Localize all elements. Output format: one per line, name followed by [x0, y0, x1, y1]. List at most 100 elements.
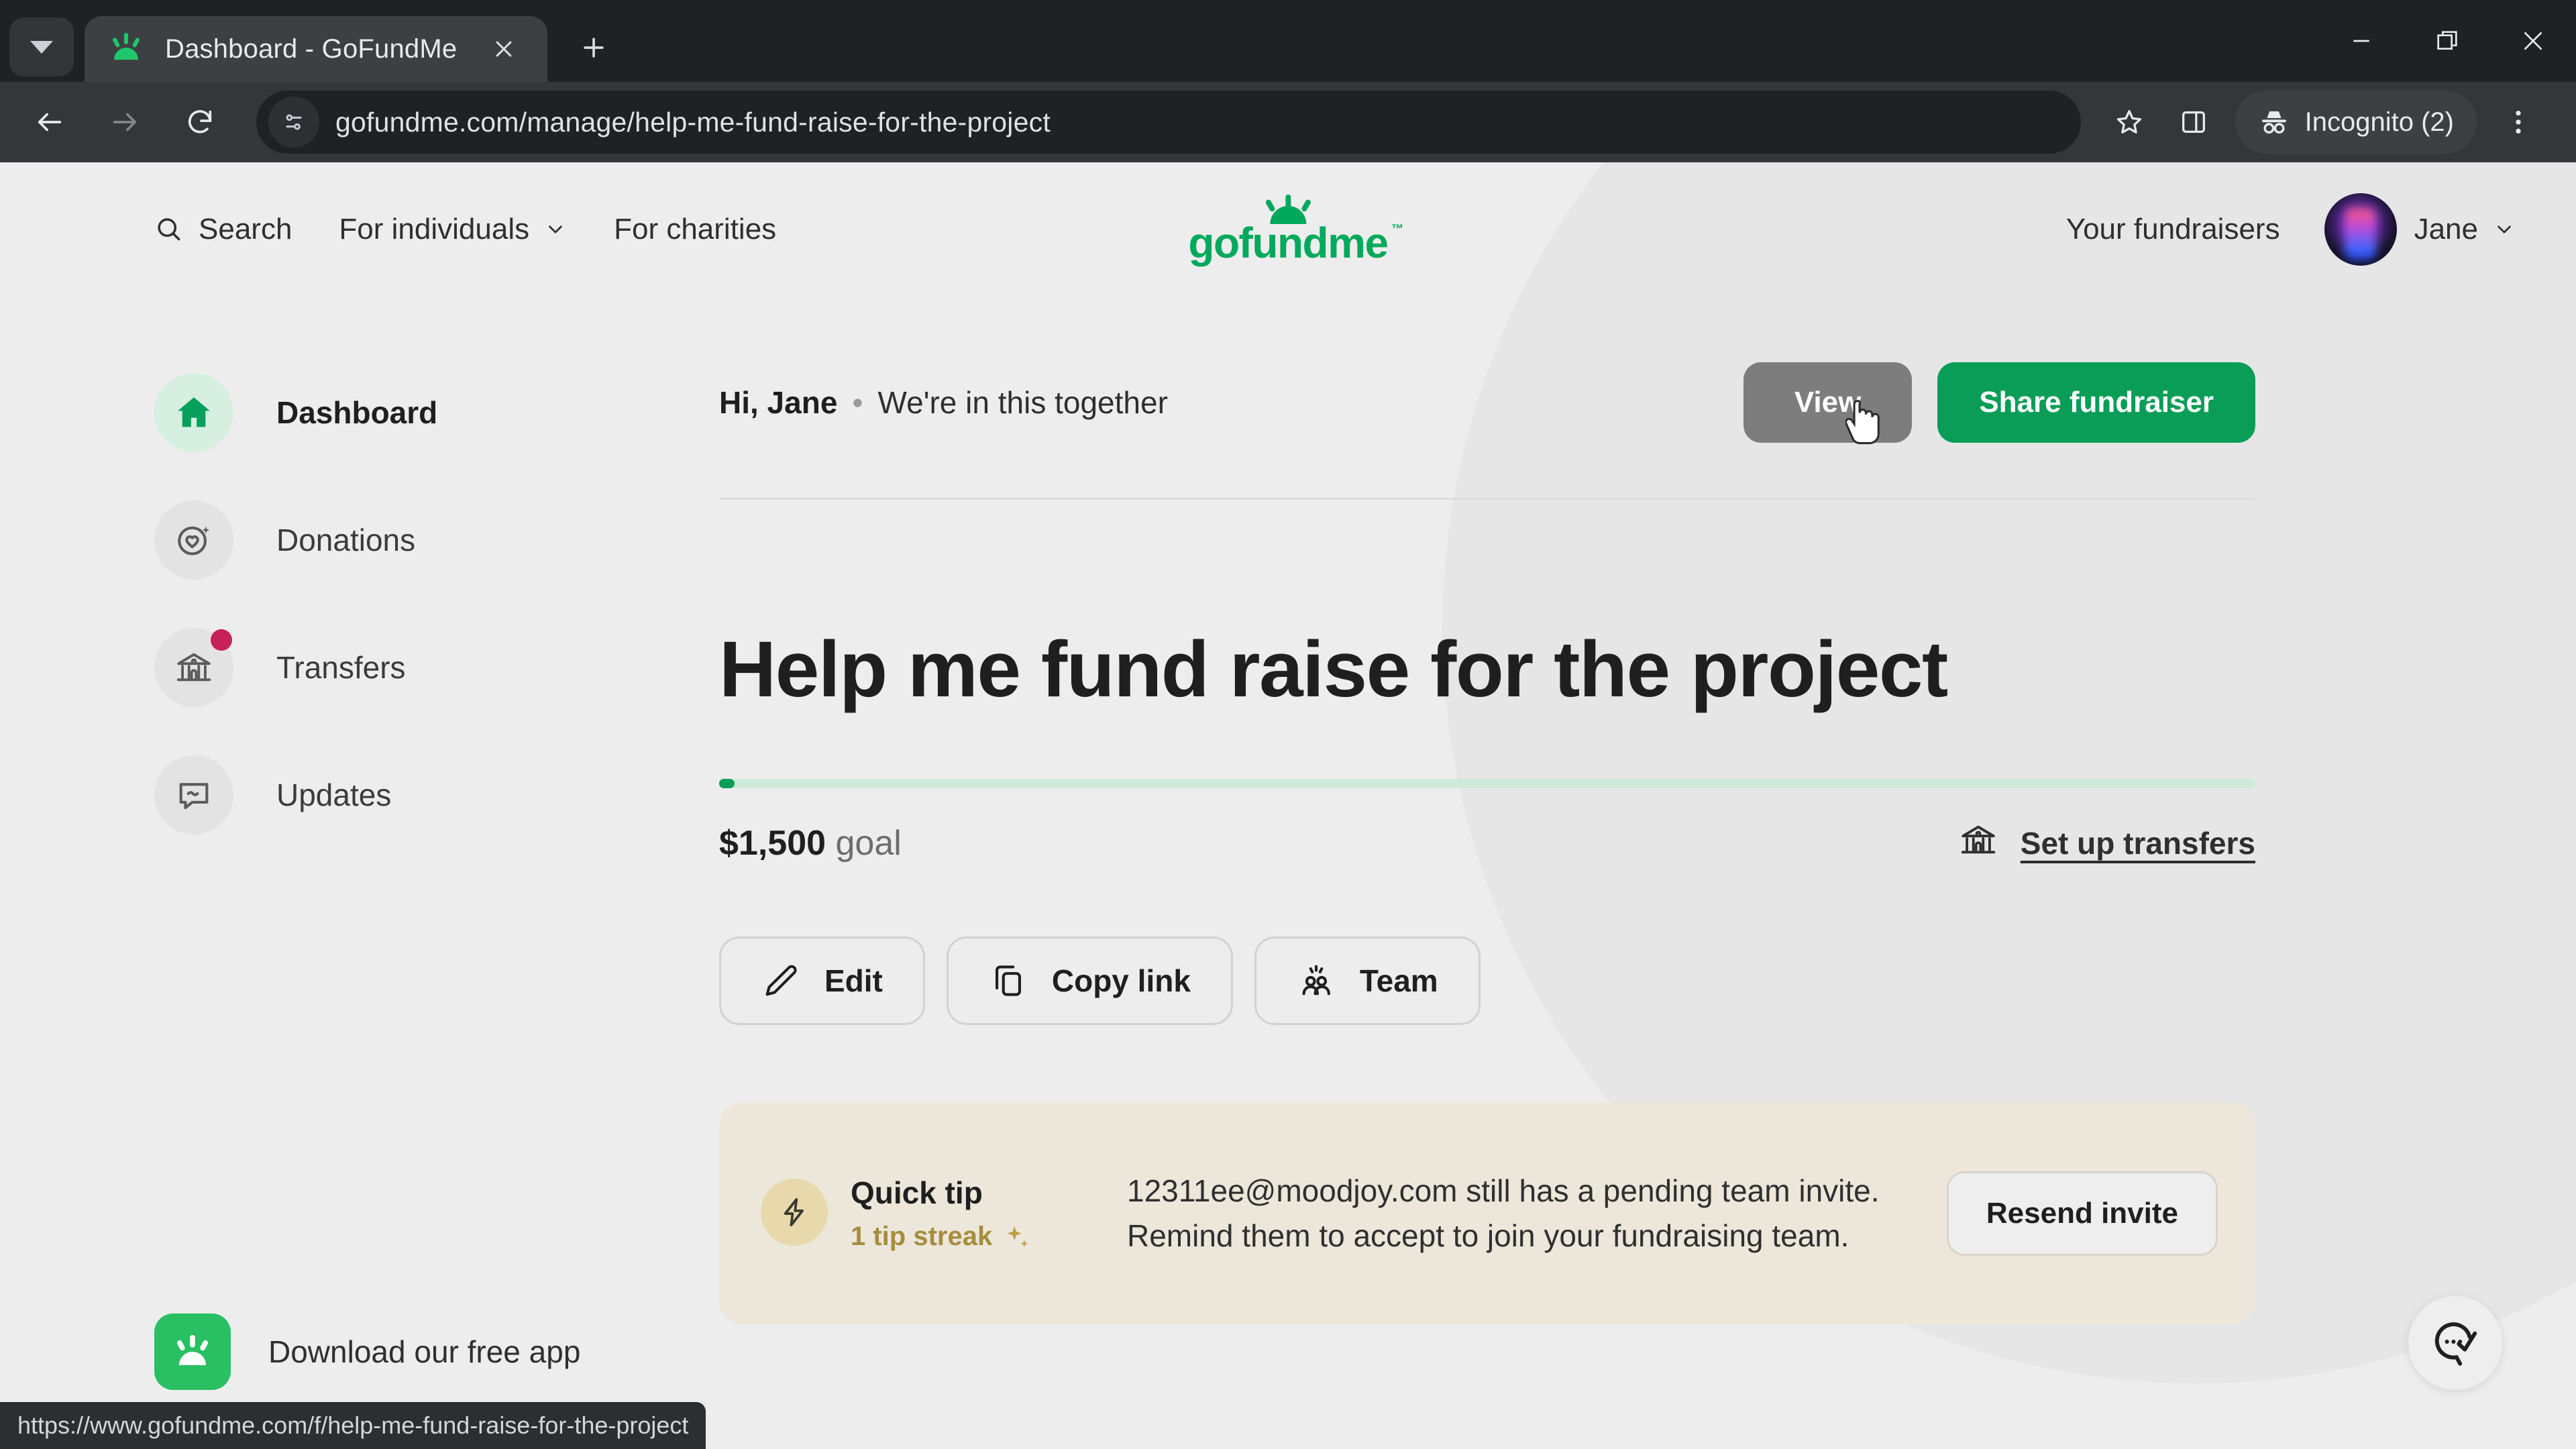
back-button[interactable] — [17, 90, 82, 154]
bank-icon — [154, 628, 233, 707]
nav-search[interactable]: Search — [154, 213, 292, 246]
trademark-symbol: ™ — [1391, 222, 1403, 235]
sidebar-item-label: Dashboard — [276, 395, 438, 430]
donations-heart-icon — [154, 500, 233, 580]
incognito-icon — [2261, 111, 2286, 134]
chevron-down-icon — [30, 40, 53, 54]
chevron-down-icon — [544, 218, 567, 241]
sidebar-item-transfers[interactable]: Transfers — [154, 604, 719, 731]
view-button[interactable]: View — [1743, 362, 1913, 445]
tab-search-button[interactable] — [9, 17, 74, 76]
pencil-icon — [765, 965, 797, 996]
gofundme-app-icon — [154, 1313, 231, 1390]
bank-icon — [1959, 820, 1998, 867]
forward-button[interactable] — [93, 90, 157, 154]
download-app-label: Download our free app — [268, 1334, 581, 1369]
fundraiser-progress-bar — [719, 778, 2255, 788]
speech-bubble-icon — [154, 755, 233, 835]
maximize-restore-icon[interactable] — [2404, 0, 2490, 82]
new-tab-button[interactable] — [565, 19, 623, 76]
chat-check-icon — [2434, 1322, 2477, 1366]
goal-row: $1,500 goal Set up transfers — [719, 820, 2255, 867]
window-controls — [2318, 0, 2576, 82]
set-up-transfers-label: Set up transfers — [2020, 826, 2255, 861]
sidebar-item-updates[interactable]: Updates — [154, 731, 719, 859]
reload-button[interactable] — [168, 90, 232, 154]
goal-suffix: goal — [835, 824, 902, 863]
header-actions: View Share fundraiser — [1743, 362, 2255, 445]
goal-amount: $1,500 — [719, 824, 826, 863]
bookmark-star-icon[interactable] — [2097, 90, 2161, 154]
support-chat-button[interactable] — [2408, 1296, 2502, 1390]
set-up-transfers-link[interactable]: Set up transfers — [1936, 820, 2255, 867]
tab-title: Dashboard - GoFundMe — [165, 34, 458, 64]
share-fundraiser-button[interactable]: Share fundraiser — [1937, 362, 2255, 443]
edit-button[interactable]: Edit — [719, 936, 925, 1025]
header-divider — [719, 498, 2255, 500]
gofundme-logo-text: gofundme ™ — [1188, 219, 1403, 267]
close-icon[interactable] — [483, 28, 525, 70]
site-settings-icon[interactable] — [268, 97, 319, 148]
incognito-label: Incognito (2) — [2304, 107, 2454, 137]
username-label[interactable]: Jane — [2414, 213, 2478, 246]
fundraiser-actions: Edit Copy link Team — [719, 936, 2255, 1025]
minimize-icon[interactable] — [2318, 0, 2404, 82]
status-bar: https://www.gofundme.com/f/help-me-fund-… — [0, 1402, 706, 1449]
team-icon — [1302, 965, 1330, 996]
copy-link-button-label: Copy link — [1051, 963, 1191, 998]
nav-for-charities[interactable]: For charities — [614, 213, 776, 246]
page-title: Help me fund raise for the project — [719, 625, 1948, 714]
sidebar-item-dashboard[interactable]: Dashboard — [154, 349, 719, 476]
goal-amount-text: $1,500 goal — [719, 823, 902, 863]
sidebar-item-donations[interactable]: Donations — [154, 476, 719, 604]
gofundme-favicon — [107, 30, 145, 68]
nav-for-charities-label: For charities — [614, 213, 777, 246]
your-fundraisers-link[interactable]: Your fundraisers — [2066, 213, 2280, 246]
team-button[interactable]: Team — [1254, 936, 1481, 1025]
chevron-down-icon[interactable] — [2493, 218, 2516, 241]
address-bar-url: gofundme.com/manage/help-me-fund-raise-f… — [335, 106, 1051, 138]
greeting-row: Hi, Jane • We're in this together View Sha… — [719, 349, 2255, 456]
quick-tip-text: Quick tip 1 tip streak — [851, 1175, 1032, 1252]
notification-badge — [211, 629, 232, 651]
share-fundraiser-label: Share fundraiser — [1979, 386, 2214, 419]
greeting-separator: • — [852, 385, 863, 420]
quick-tip-streak: 1 tip streak — [851, 1222, 1032, 1252]
toolbar-right: Incognito (2) — [2097, 90, 2551, 154]
team-button-label: Team — [1359, 963, 1438, 998]
progress-bar-fill — [719, 778, 735, 788]
page-viewport: Search For individuals For charities gof… — [0, 162, 2576, 1449]
quick-tip-card: Quick tip 1 tip streak 12311ee@moodjoy.c… — [719, 1102, 2255, 1324]
nav-for-individuals-label: For individuals — [339, 213, 530, 246]
browser-tab[interactable]: Dashboard - GoFundMe — [85, 16, 547, 82]
incognito-profile-pill[interactable]: Incognito (2) — [2235, 91, 2477, 154]
gofundme-logo[interactable]: gofundme ™ — [1188, 195, 1403, 267]
copy-icon — [995, 965, 1021, 996]
address-bar[interactable]: gofundme.com/manage/help-me-fund-raise-f… — [256, 91, 2081, 154]
resend-invite-button[interactable]: Resend invite — [1946, 1171, 2218, 1256]
avatar[interactable] — [2324, 193, 2397, 266]
side-panel-icon[interactable] — [2161, 90, 2226, 154]
greeting-text: Hi, Jane • We're in this together — [719, 384, 1168, 421]
edit-button-label: Edit — [824, 963, 883, 998]
resend-invite-label: Resend invite — [1986, 1196, 2178, 1230]
lightning-bolt-icon — [761, 1179, 828, 1246]
nav-search-label: Search — [199, 213, 292, 246]
site-nav-left: Search For individuals For charities — [154, 213, 823, 246]
sidebar: Dashboard Donations Transfers Updates — [154, 297, 719, 1324]
main-column: Hi, Jane • We're in this together View Sha… — [719, 297, 2576, 1324]
page-content: Dashboard Donations Transfers Updates Hi… — [0, 297, 2576, 1324]
chrome-menu-icon[interactable] — [2486, 90, 2551, 154]
sparkle-icon — [1008, 1226, 1028, 1247]
copy-link-button[interactable]: Copy link — [946, 936, 1233, 1025]
sidebar-item-label: Updates — [276, 777, 392, 812]
download-app-cta[interactable]: Download our free app — [154, 1313, 580, 1390]
sidebar-item-label: Transfers — [276, 650, 406, 685]
nav-for-individuals[interactable]: For individuals — [339, 213, 567, 246]
tab-strip: Dashboard - GoFundMe — [0, 0, 2576, 82]
close-window-icon[interactable] — [2490, 0, 2576, 82]
browser-window: Dashboard - GoFundMe gofundme.com/manage… — [0, 0, 2576, 1449]
sidebar-item-label: Donations — [276, 523, 416, 557]
quick-tip-header: Quick tip 1 tip streak — [761, 1175, 1127, 1252]
browser-toolbar: gofundme.com/manage/help-me-fund-raise-f… — [0, 82, 2576, 162]
